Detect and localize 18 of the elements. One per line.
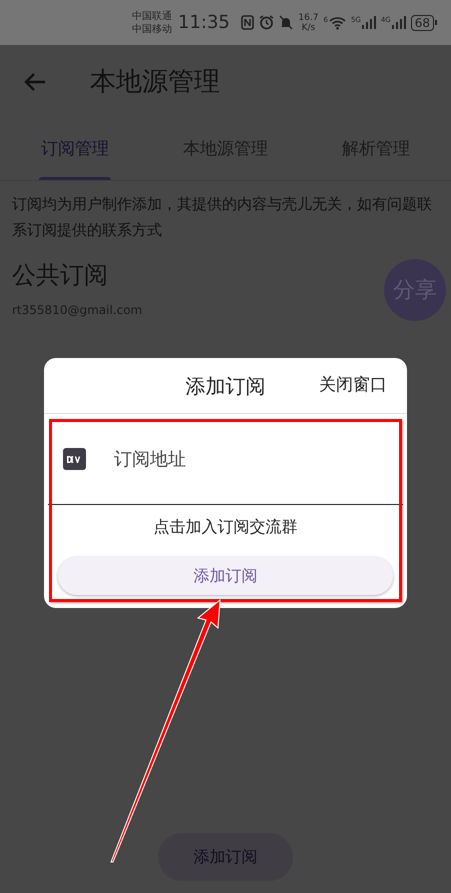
close-window-button[interactable]: 关闭窗口: [319, 372, 387, 398]
dev-icon: [63, 448, 86, 470]
carrier-name: 中国联通: [132, 10, 172, 22]
speed-unit: K/s: [302, 22, 316, 32]
battery-level: 68: [410, 14, 434, 30]
signal-icon: [392, 16, 406, 29]
carrier-name: 中国移动: [132, 22, 172, 36]
clock-time: 11:35: [178, 11, 230, 35]
join-group-link[interactable]: 点击加入订阅交流群: [154, 515, 298, 539]
bell-muted-icon: [279, 15, 294, 30]
signal-icon: [362, 16, 376, 29]
add-subscription-submit-button[interactable]: 添加订阅: [58, 557, 393, 595]
alarm-icon: [259, 15, 274, 30]
text-input[interactable]: 订阅地址: [114, 414, 403, 504]
network-speed: 16.7: [298, 12, 318, 22]
dialog-title: 添加订阅: [186, 372, 266, 400]
wifi-icon: [328, 16, 346, 30]
nfc-icon: [241, 15, 254, 30]
